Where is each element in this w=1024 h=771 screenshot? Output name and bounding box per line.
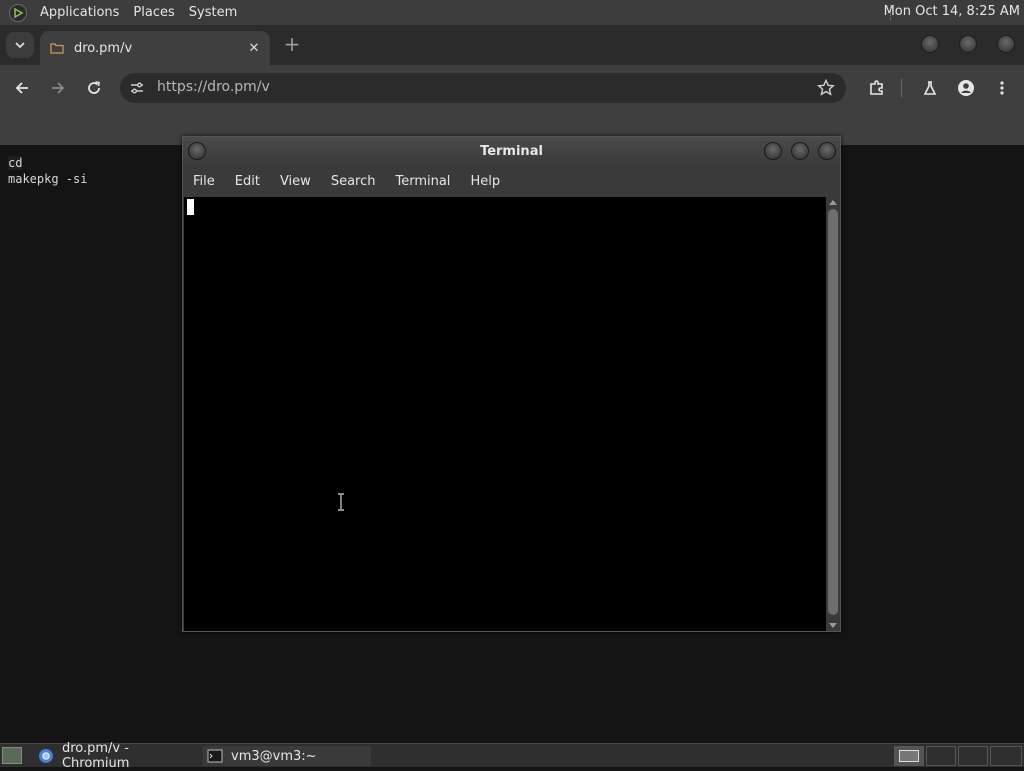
profile-button[interactable]	[955, 77, 977, 99]
labs-button[interactable]	[919, 77, 941, 99]
menu-search[interactable]: Search	[331, 174, 386, 189]
close-window-button[interactable]	[997, 35, 1015, 53]
system-menu[interactable]: System	[182, 5, 244, 20]
task-terminal[interactable]: vm3@vm3:~	[203, 746, 371, 766]
tab-title: dro.pm/v	[74, 40, 133, 56]
extensions-button[interactable]	[866, 77, 888, 99]
workspace-3[interactable]	[958, 746, 988, 766]
task-chromium[interactable]: dro.pm/v - Chromium	[34, 741, 200, 771]
terminal-minimize-button[interactable]	[764, 142, 782, 160]
window-menu-button[interactable]	[188, 142, 206, 160]
applications-menu[interactable]: Applications	[33, 5, 126, 20]
terminal-scrollbar[interactable]	[826, 197, 840, 631]
terminal-window: Terminal File Edit View Search Terminal …	[182, 136, 841, 632]
reload-button[interactable]	[83, 77, 105, 99]
tab-search-button[interactable]	[6, 32, 34, 58]
toolbar-divider	[901, 79, 902, 97]
menu-edit[interactable]: Edit	[235, 174, 270, 189]
terminal-titlebar[interactable]: Terminal	[183, 137, 840, 167]
new-tab-button[interactable]: +	[282, 34, 302, 54]
workspace-window-preview	[899, 750, 919, 762]
menu-terminal[interactable]: Terminal	[395, 174, 460, 189]
arrow-left-icon	[15, 82, 28, 94]
tab-dro-pm[interactable]: dro.pm/v ✕	[40, 31, 270, 65]
workspace-4[interactable]	[990, 746, 1022, 766]
menu-button[interactable]	[991, 77, 1013, 99]
taskbar: dro.pm/v - Chromium vm3@vm3:~	[0, 741, 1024, 771]
avatar-icon	[958, 80, 974, 96]
menu-view[interactable]: View	[280, 174, 321, 189]
address-bar[interactable]: https://dro.pm/v	[120, 73, 846, 103]
chromium-icon	[38, 749, 53, 763]
task-terminal-label: vm3@vm3:~	[231, 748, 317, 764]
reload-icon	[88, 81, 100, 94]
chevron-down-icon	[15, 42, 25, 49]
scroll-up-arrow-icon[interactable]	[829, 200, 837, 205]
menu-help[interactable]: Help	[470, 174, 510, 189]
places-menu[interactable]: Places	[126, 5, 181, 20]
bookmark-star-icon[interactable]	[816, 78, 836, 98]
ibeam-cursor-icon	[338, 493, 344, 511]
clock[interactable]: Mon Oct 14, 8:25 AM	[884, 4, 1020, 19]
minimize-button[interactable]	[921, 35, 939, 53]
terminal-close-button[interactable]	[818, 142, 836, 160]
arrow-right-icon	[52, 82, 65, 94]
folder-icon	[50, 43, 64, 54]
distro-logo-icon[interactable]	[9, 3, 27, 22]
back-button[interactable]	[11, 77, 33, 99]
browser-toolbar: https://dro.pm/v	[0, 65, 1024, 111]
scrollbar-thumb[interactable]	[828, 209, 838, 615]
kebab-menu-icon	[1000, 81, 1004, 95]
terminal-maximize-button[interactable]	[791, 142, 809, 160]
scroll-down-arrow-icon[interactable]	[829, 623, 837, 628]
workspace-2[interactable]	[926, 746, 956, 766]
code-line-cd: cd	[8, 156, 23, 170]
flask-icon	[923, 81, 937, 95]
workspace-1[interactable]	[894, 746, 924, 766]
top-panel: Applications Places System Mon Oct 14, 8…	[0, 0, 1024, 25]
chromium-window: dro.pm/v ✕ + https://dro.pm/v	[0, 25, 1024, 145]
terminal-screen[interactable]	[184, 197, 826, 631]
code-line-makepkg: makepkg -si	[8, 172, 88, 186]
tab-strip: dro.pm/v ✕ +	[0, 25, 1024, 65]
terminal-icon	[207, 749, 223, 763]
show-desktop-icon[interactable]	[2, 747, 22, 764]
url-text: https://dro.pm/v	[157, 79, 270, 95]
site-settings-icon[interactable]	[128, 79, 146, 97]
forward-button[interactable]	[47, 77, 69, 99]
menu-file[interactable]: File	[193, 174, 225, 189]
terminal-menubar: File Edit View Search Terminal Help	[183, 167, 840, 196]
maximize-button[interactable]	[959, 35, 977, 53]
terminal-title: Terminal	[480, 144, 543, 159]
close-tab-icon[interactable]: ✕	[246, 40, 262, 56]
text-cursor	[187, 199, 194, 215]
puzzle-icon	[870, 80, 883, 95]
